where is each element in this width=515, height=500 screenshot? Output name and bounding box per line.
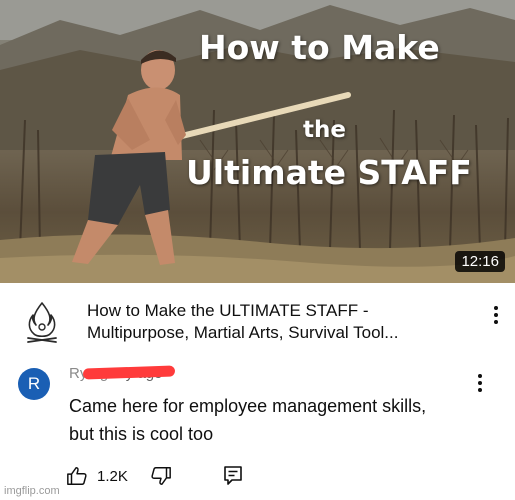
video-title-line2: Multipurpose, Martial Arts, Survival Too… bbox=[87, 323, 399, 342]
video-info-row[interactable]: How to Make the ULTIMATE STAFF - Multipu… bbox=[0, 283, 515, 355]
thumbnail-title-line3: Ultimate STAFF bbox=[186, 153, 472, 192]
comment-text-line2: but this is cool too bbox=[69, 424, 214, 444]
like-button[interactable]: 1.2K bbox=[66, 462, 128, 490]
dislike-button[interactable] bbox=[150, 462, 172, 490]
video-thumbnail[interactable]: How to Make the Ultimate STAFF 12:16 bbox=[0, 0, 515, 283]
avatar[interactable]: R bbox=[18, 368, 50, 400]
reply-icon bbox=[224, 466, 242, 485]
more-vertical-icon[interactable] bbox=[489, 304, 503, 326]
comment-actions: 1.2K bbox=[66, 462, 466, 490]
thumbs-up-icon bbox=[67, 467, 87, 485]
video-title[interactable]: How to Make the ULTIMATE STAFF - Multipu… bbox=[87, 300, 477, 344]
reply-button[interactable] bbox=[223, 462, 243, 490]
comment-header: Ry ng •2y ago bbox=[69, 365, 176, 382]
campfire-logo-icon[interactable] bbox=[20, 300, 64, 344]
more-vertical-icon[interactable] bbox=[473, 372, 487, 394]
duration-badge: 12:16 bbox=[455, 251, 505, 272]
thumbs-down-icon bbox=[151, 467, 171, 485]
watermark: imgflip.com bbox=[4, 485, 60, 497]
like-count: 1.2K bbox=[97, 467, 128, 485]
comment-text: Came here for employee management skills… bbox=[69, 392, 489, 448]
video-title-line1: How to Make the ULTIMATE STAFF - bbox=[87, 301, 369, 320]
thumbnail-title-line1: How to Make bbox=[199, 28, 440, 67]
comment-text-line1: Came here for employee management skills… bbox=[69, 396, 427, 416]
comment: R Ry ng •2y ago Came here for employee m… bbox=[0, 355, 515, 500]
author-name[interactable]: Ry ng bbox=[69, 365, 176, 382]
thumbnail-title-line2: the bbox=[303, 117, 346, 143]
